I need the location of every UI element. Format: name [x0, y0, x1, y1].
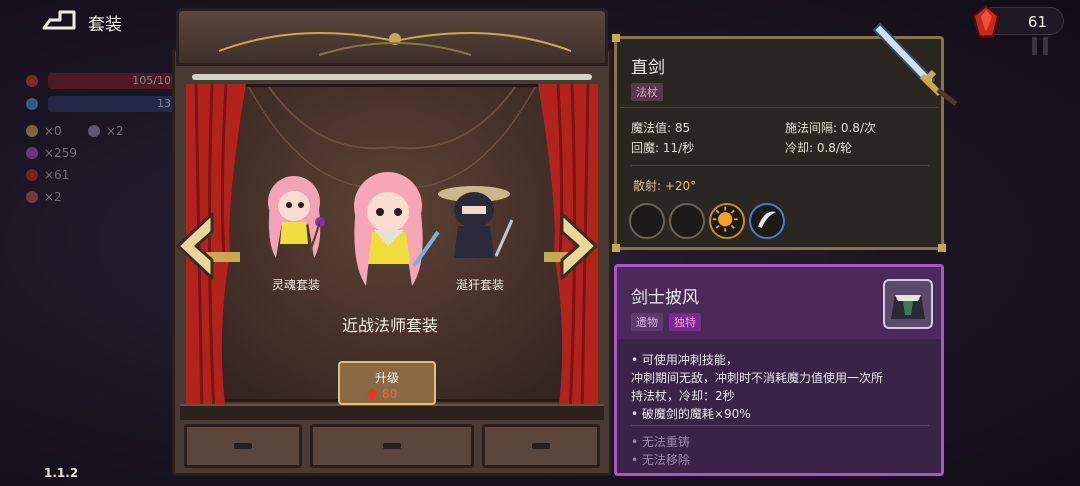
relic-desc-line: 持法杖，冷却：2秒	[631, 389, 735, 403]
left-set-label: 灵魂套装	[271, 278, 320, 292]
divider	[631, 165, 929, 166]
gem-count: ×61	[44, 168, 70, 182]
crystal-count: ×259	[44, 146, 77, 160]
relic-icon	[883, 279, 933, 329]
coin-count: ×0	[44, 124, 62, 138]
heart-item-count: ×2	[44, 190, 62, 204]
relic-note: • 无法重铸	[631, 435, 690, 449]
pause-icon[interactable]	[1028, 34, 1052, 58]
next-set-arrow-icon[interactable]	[556, 210, 602, 282]
sword-icon	[872, 22, 958, 106]
stage-floor	[180, 404, 604, 420]
melee-mage-character[interactable]	[344, 166, 440, 292]
key-icon	[88, 125, 100, 137]
upgrade-button[interactable]: 升级 80	[338, 361, 436, 405]
heart-item-icon	[26, 191, 38, 203]
currency-value: 61	[1027, 13, 1047, 31]
corner-deco	[612, 244, 620, 252]
stat-mana-regen: 回魔: 11/秒	[631, 141, 695, 155]
spell-slot-empty[interactable]	[669, 203, 705, 239]
relic-rarity-badge: 独特	[669, 313, 701, 331]
key-count: ×2	[106, 124, 124, 138]
corner-deco	[612, 34, 620, 42]
slash-spell-icon[interactable]	[749, 203, 785, 239]
divider	[631, 425, 929, 426]
stat-cast-interval: 施法间隔: 0.8/次	[785, 121, 876, 135]
relic-note: • 无法移除	[631, 453, 690, 467]
relic-name: 剑士披风	[631, 288, 699, 308]
relic-desc-line: 冲刺期间无敌，冲刺时不消耗魔力值使用一次所	[631, 371, 884, 385]
cloak-icon	[891, 295, 925, 319]
weapon-name: 直剑	[631, 58, 665, 78]
ninja-set-character[interactable]	[436, 176, 518, 268]
coin-icon	[26, 125, 38, 137]
version-label: 1.1.2	[44, 466, 79, 480]
spell-slot-empty[interactable]	[629, 203, 665, 239]
sun-spell-icon[interactable]	[709, 203, 745, 239]
drawer-center	[310, 424, 474, 468]
relic-card: 剑士披风 遗物 独特 • 可使用冲刺技能， 冲刺期间无敌，冲刺时不消耗魔力值使用…	[614, 264, 944, 476]
relic-desc-line: • 破魔剑的魔耗×90%	[631, 407, 751, 421]
heart-icon	[26, 75, 38, 87]
back-icon[interactable]	[40, 8, 78, 32]
drawer-left	[184, 424, 302, 468]
relic-desc-line: • 可使用冲刺技能，	[631, 353, 738, 367]
mana-icon	[26, 98, 38, 110]
divider	[620, 107, 938, 108]
stat-mana: 魔法值: 85	[631, 121, 691, 135]
ornament-icon	[218, 32, 572, 56]
set-title: 近战法师套装	[341, 316, 438, 335]
crystal-icon	[26, 147, 38, 159]
relic-type-badge: 遗物	[631, 313, 663, 331]
upgrade-cost: 80	[382, 387, 398, 401]
upgrade-label: 升级	[374, 371, 399, 385]
prev-set-arrow-icon[interactable]	[172, 210, 218, 282]
drawer-right	[482, 424, 600, 468]
currency-display: 61	[972, 4, 1064, 37]
stage-pediment	[176, 8, 608, 66]
curtain-rod	[192, 74, 592, 80]
right-set-label: 涎犴套装	[455, 278, 504, 292]
gem-icon	[26, 169, 38, 181]
weapon-type-badge: 法杖	[631, 83, 663, 101]
player-hud: 105/105 135 ×0 ×2 ×259 ×61 ×2	[18, 30, 208, 230]
red-gem-icon	[972, 4, 1000, 37]
corner-deco	[938, 244, 946, 252]
stat-cooldown: 冷却: 0.8/轮	[785, 141, 852, 155]
red-gem-icon	[367, 388, 377, 400]
soul-set-character[interactable]	[262, 172, 332, 264]
weapon-scatter: 散射: +20°	[633, 179, 697, 193]
